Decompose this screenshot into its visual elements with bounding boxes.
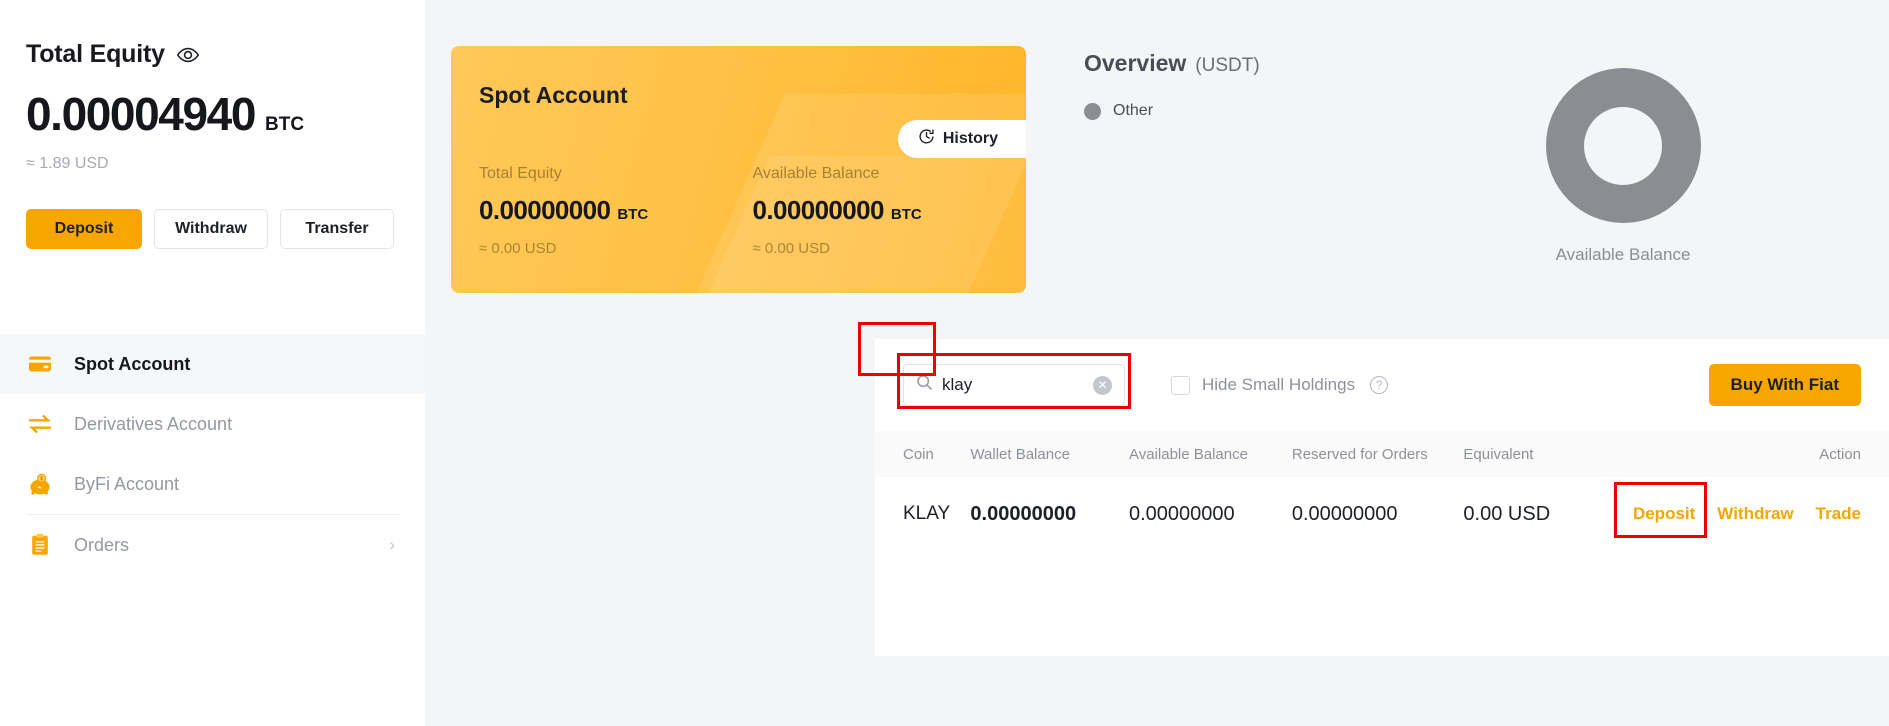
piggy-bank-icon bbox=[26, 470, 54, 498]
search-input-value[interactable]: klay bbox=[942, 375, 1084, 395]
sidebar-item-label: Spot Account bbox=[74, 353, 191, 374]
chevron-right-icon: › bbox=[389, 535, 395, 554]
equity-title-row: Total Equity bbox=[26, 40, 399, 69]
clipboard-icon bbox=[26, 531, 54, 559]
stat-label: Total Equity bbox=[479, 165, 562, 182]
clear-circle-icon[interactable]: ✕ bbox=[1093, 375, 1112, 395]
stat-value-row: 0.00000000 BTC bbox=[753, 195, 1027, 226]
history-label: History bbox=[942, 130, 998, 147]
spot-card-stats: Total Equity 0.00000000 BTC ≈ 0.00 USD A… bbox=[479, 165, 1026, 257]
spot-stat-total-equity: Total Equity 0.00000000 BTC ≈ 0.00 USD bbox=[479, 165, 753, 257]
equity-actions: Deposit Withdraw Transfer bbox=[26, 209, 399, 249]
spot-stat-available-balance: Available Balance 0.00000000 BTC ≈ 0.00 … bbox=[753, 165, 1027, 257]
equivalent-value: 0.00 USD bbox=[1463, 502, 1551, 525]
column-header-coin: Coin bbox=[903, 445, 934, 463]
cell-available-balance: 0.00000000 bbox=[1129, 477, 1292, 551]
buy-with-fiat-button[interactable]: Buy With Fiat bbox=[1708, 364, 1861, 406]
stat-usd-approx: ≈ 0.00 USD bbox=[752, 240, 830, 257]
legend-label: Other bbox=[1113, 102, 1154, 119]
transfer-button[interactable]: Transfer bbox=[280, 209, 394, 249]
hide-small-holdings-toggle[interactable]: Hide Small Holdings ? bbox=[1171, 375, 1389, 395]
column-header-available-balance: Available Balance bbox=[1128, 445, 1248, 463]
available-balance-value: 0.00000000 bbox=[1128, 502, 1235, 525]
table-row[interactable]: KLAY 0.00000000 0.00000000 0.00000000 0.… bbox=[858, 322, 1889, 551]
stat-unit: BTC bbox=[617, 206, 649, 223]
deposit-link[interactable]: Deposit bbox=[1633, 504, 1695, 524]
sidebar-item-spot-account[interactable]: Spot Account bbox=[0, 334, 425, 394]
chart-legend-item-other[interactable]: Other bbox=[1084, 102, 1889, 120]
wallet-balance-value: 0.00000000 bbox=[970, 502, 1077, 525]
column-header-wallet-balance: Wallet Balance bbox=[970, 445, 1070, 463]
clock-icon bbox=[918, 128, 935, 150]
swap-arrows-icon bbox=[26, 410, 54, 438]
total-equity-panel: Total Equity 0.00004940 BTC ≈ 1.89 USD D… bbox=[0, 0, 425, 334]
column-header-equivalent: Equivalent bbox=[1463, 445, 1534, 463]
stat-unit: BTC bbox=[890, 206, 922, 223]
overview-title-row: Overview (USDT) bbox=[1084, 50, 1889, 77]
column-header-reserved-for-orders: Reserved for Orders bbox=[1291, 445, 1428, 463]
stat-value-row: 0.00000000 BTC bbox=[479, 195, 753, 226]
donut-ring bbox=[1545, 68, 1701, 223]
deposit-button[interactable]: Deposit bbox=[26, 209, 142, 249]
table-header: Coin Wallet Balance Available Balance Re… bbox=[875, 431, 1889, 477]
donut-chart-label: Available Balance bbox=[1555, 245, 1691, 264]
spot-account-card: Spot Account History Total Equity 0.0000… bbox=[451, 46, 1026, 293]
overview-section: Overview (USDT) Other Available Balance bbox=[1026, 46, 1889, 293]
sidebar-item-label: Derivatives Account bbox=[74, 413, 233, 434]
sidebar-item-orders[interactable]: Orders › bbox=[0, 515, 425, 575]
cell-actions: Deposit Withdraw Trade bbox=[1613, 477, 1889, 551]
filter-row: klay ✕ Hide Small Holdings ? Buy With Fi… bbox=[875, 339, 1889, 431]
legend-color-dot bbox=[1084, 102, 1101, 120]
stat-value: 0.00000000 bbox=[752, 195, 885, 225]
overview-title: Overview bbox=[1084, 50, 1187, 76]
stat-value: 0.00000000 bbox=[479, 195, 611, 225]
sidebar-item-label: ByFi Account bbox=[74, 473, 180, 494]
cell-wallet-balance: 0.00000000 bbox=[970, 477, 1129, 551]
sidebar-item-derivatives-account[interactable]: Derivatives Account bbox=[0, 394, 425, 454]
cell-reserved-for-orders: 0.00000000 bbox=[1292, 477, 1464, 551]
history-button[interactable]: History bbox=[897, 120, 1026, 158]
hide-small-holdings-checkbox[interactable] bbox=[1171, 375, 1190, 395]
row-action-links: Deposit Withdraw Trade bbox=[1613, 482, 1861, 538]
cell-coin: KLAY bbox=[858, 322, 970, 551]
equity-unit: BTC bbox=[265, 114, 305, 135]
assets-panel: klay ✕ Hide Small Holdings ? Buy With Fi… bbox=[858, 322, 1889, 656]
card-icon bbox=[26, 350, 54, 378]
table-header-row: Coin Wallet Balance Available Balance Re… bbox=[875, 431, 1889, 477]
top-summary-row: Spot Account History Total Equity 0.0000… bbox=[425, 0, 1889, 293]
hide-small-holdings-label: Hide Small Holdings bbox=[1202, 375, 1356, 394]
overview-currency: (USDT) bbox=[1195, 55, 1260, 76]
sidebar-item-label: Orders bbox=[74, 534, 130, 555]
search-icon bbox=[916, 374, 933, 396]
main-content: Spot Account History Total Equity 0.0000… bbox=[425, 0, 1889, 726]
eye-icon[interactable] bbox=[176, 43, 200, 67]
assets-table: Coin Wallet Balance Available Balance Re… bbox=[858, 322, 1889, 551]
trade-link[interactable]: Trade bbox=[1816, 504, 1861, 524]
cell-equivalent: 0.00 USD bbox=[1463, 477, 1633, 551]
reserved-for-orders-value: 0.00000000 bbox=[1291, 502, 1398, 525]
column-header-action: Action bbox=[1819, 445, 1861, 463]
sidebar: Total Equity 0.00004940 BTC ≈ 1.89 USD D… bbox=[0, 0, 425, 726]
spot-card-title: Spot Account bbox=[479, 82, 628, 108]
equity-usd-approx: ≈ 1.89 USD bbox=[26, 155, 109, 172]
table-body: KLAY 0.00000000 0.00000000 0.00000000 0.… bbox=[858, 322, 1889, 551]
stat-usd-approx: ≈ 0.00 USD bbox=[479, 240, 557, 257]
search-input[interactable]: klay ✕ bbox=[903, 364, 1125, 406]
equity-amount-row: 0.00004940 BTC bbox=[26, 91, 399, 137]
wallet-page: Total Equity 0.00004940 BTC ≈ 1.89 USD D… bbox=[0, 0, 1889, 726]
stat-label: Available Balance bbox=[752, 165, 880, 182]
donut-chart: Available Balance bbox=[1493, 68, 1753, 265]
question-mark-icon[interactable]: ? bbox=[1370, 376, 1389, 394]
sidebar-item-byfi-account[interactable]: ByFi Account bbox=[0, 454, 425, 514]
sidebar-nav: Spot Account Derivatives Account ByFi Ac… bbox=[0, 334, 425, 575]
coin-name-klay: KLAY bbox=[903, 503, 951, 524]
withdraw-link[interactable]: Withdraw bbox=[1717, 504, 1793, 524]
equity-amount: 0.00004940 bbox=[26, 88, 256, 140]
page-title: Total Equity bbox=[26, 40, 165, 68]
withdraw-button[interactable]: Withdraw bbox=[154, 209, 268, 249]
